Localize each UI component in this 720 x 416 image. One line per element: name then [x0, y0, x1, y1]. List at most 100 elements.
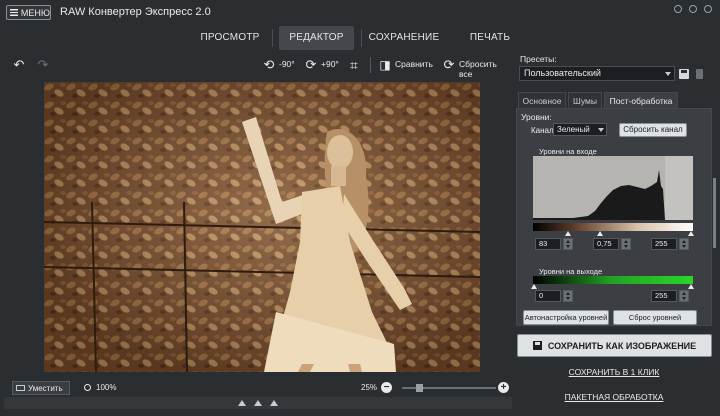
auto-levels-button[interactable]: Автонастройка уровней — [523, 310, 609, 325]
filmstrip-toggle[interactable] — [4, 397, 512, 409]
compare-icon[interactable]: ◨ — [376, 56, 394, 74]
preset-value: Пользовательский — [524, 68, 601, 78]
tab-divider — [361, 29, 362, 47]
chevron-up-icon — [238, 400, 246, 406]
rotate-left-label[interactable]: -90° — [279, 59, 295, 69]
settings-panel: Пресеты: Пользовательский Основное Шумы … — [516, 52, 716, 412]
preset-select[interactable]: Пользовательский — [519, 66, 675, 81]
channel-label: Канал — [531, 126, 554, 135]
toolbar-divider — [370, 57, 371, 73]
panel-scrollbar[interactable] — [713, 108, 716, 326]
tab-post-processing[interactable]: Пост-обработка — [604, 92, 678, 108]
close-icon[interactable] — [704, 5, 712, 13]
output-levels-label: Уровни на выходе — [539, 267, 603, 276]
editor-toolbar: ↶ ↷ ⟲ -90° ⟳ +90° ⌗ ◨ Сравнить ⟳ Сбросит… — [4, 54, 512, 80]
main-tabs: ПРОСМОТР РЕДАКТОР СОХРАНЕНИЕ ПЕЧАТЬ — [0, 26, 720, 50]
save-as-image-button[interactable]: СОХРАНИТЬ КАК ИЗОБРАЖЕНИЕ — [517, 334, 712, 357]
input-white-marker[interactable] — [688, 231, 694, 236]
zoom-in-icon[interactable]: + — [498, 382, 509, 393]
stepper-arrows-icon[interactable] — [563, 290, 573, 302]
tab-divider — [272, 29, 273, 47]
stepper-arrows-icon[interactable] — [679, 238, 689, 250]
output-white-stepper[interactable]: 255 — [651, 290, 689, 302]
trash-icon[interactable] — [696, 69, 703, 79]
input-black-marker[interactable] — [565, 231, 571, 236]
fit-icon — [16, 385, 25, 391]
save-one-click-link[interactable]: СОХРАНИТЬ В 1 КЛИК — [516, 367, 712, 377]
rotate-right-label[interactable]: +90° — [321, 59, 339, 69]
output-white-marker[interactable] — [688, 284, 694, 289]
zoom-slider-thumb[interactable] — [416, 384, 423, 392]
redo-icon[interactable]: ↷ — [34, 56, 52, 74]
sepia-photo — [44, 82, 480, 372]
channel-select[interactable]: Зеленый — [553, 123, 607, 136]
rotate-right-icon[interactable]: ⟳ — [302, 56, 320, 74]
tab-basic[interactable]: Основное — [518, 92, 566, 108]
stepper-arrows-icon[interactable] — [563, 238, 573, 250]
compare-button[interactable]: Сравнить — [395, 59, 433, 69]
output-black-value[interactable]: 0 — [535, 290, 561, 302]
tab-editor[interactable]: РЕДАКТОР — [279, 26, 354, 50]
save-preset-icon[interactable] — [679, 69, 689, 79]
chevron-down-icon — [598, 128, 604, 132]
crop-icon[interactable]: ⌗ — [345, 56, 363, 74]
chevron-down-icon — [665, 72, 671, 76]
output-black-marker[interactable] — [531, 284, 537, 289]
input-levels-gradient[interactable] — [533, 223, 693, 231]
tab-preview[interactable]: ПРОСМОТР — [196, 26, 264, 50]
app-window: МЕНЮ RAW Конвертер Экспресс 2.0 ПРОСМОТР… — [0, 0, 720, 416]
input-gamma-value[interactable]: 0,75 — [593, 238, 619, 250]
save-icon — [532, 341, 542, 350]
zoom-slider[interactable] — [402, 384, 496, 392]
magnifier-icon — [84, 384, 91, 391]
save-as-image-label: СОХРАНИТЬ КАК ИЗОБРАЖЕНИЕ — [547, 340, 697, 351]
output-black-stepper[interactable]: 0 — [535, 290, 573, 302]
zoom-out-icon[interactable]: − — [381, 382, 392, 393]
stepper-arrows-icon[interactable] — [679, 290, 689, 302]
presets-label: Пресеты: — [520, 54, 557, 64]
window-controls — [674, 5, 712, 13]
chevron-up-icon — [270, 400, 278, 406]
app-title: RAW Конвертер Экспресс 2.0 — [60, 6, 211, 18]
maximize-icon[interactable] — [689, 5, 697, 13]
reset-levels-button[interactable]: Сброс уровней — [613, 310, 697, 325]
zoom-100-button[interactable]: 100% — [84, 383, 116, 392]
chevron-up-icon — [254, 400, 262, 406]
levels-title: Уровни: — [521, 112, 552, 122]
histogram-graph — [533, 156, 693, 220]
minimize-icon[interactable] — [674, 5, 682, 13]
zoom-percent: 25% — [361, 383, 378, 392]
reset-all-icon[interactable]: ⟳ — [440, 56, 458, 74]
histogram — [533, 156, 693, 220]
reset-all-button[interactable]: Сбросить все — [459, 59, 512, 79]
menu-label: МЕНЮ — [20, 7, 50, 18]
input-white-stepper[interactable]: 255 — [651, 238, 689, 250]
fit-label: Уместить — [28, 383, 63, 393]
stepper-arrows-icon[interactable] — [621, 238, 631, 250]
title-bar: МЕНЮ RAW Конвертер Экспресс 2.0 — [0, 0, 720, 24]
tab-noise[interactable]: Шумы — [568, 92, 602, 108]
input-black-value[interactable]: 83 — [535, 238, 561, 250]
scrollbar-thumb[interactable] — [713, 178, 716, 248]
menu-button[interactable]: МЕНЮ — [6, 5, 51, 20]
undo-icon[interactable]: ↶ — [10, 56, 28, 74]
input-gamma-stepper[interactable]: 0,75 — [593, 238, 631, 250]
input-levels-label: Уровни на входе — [539, 147, 597, 156]
zoom-100-label: 100% — [96, 383, 117, 392]
hamburger-icon — [10, 9, 18, 16]
input-gamma-marker[interactable] — [597, 231, 603, 236]
status-bar: Уместить 100% 25% − + — [4, 380, 512, 396]
tab-save[interactable]: СОХРАНЕНИЕ — [368, 26, 440, 50]
input-black-stepper[interactable]: 83 — [535, 238, 573, 250]
photo-canvas[interactable] — [44, 82, 480, 372]
output-levels-gradient[interactable] — [533, 276, 693, 284]
output-white-value[interactable]: 255 — [651, 290, 677, 302]
levels-section: Уровни: Канал Зеленый Сбросить канал Уро… — [516, 108, 712, 326]
sub-tabs: Основное Шумы Пост-обработка — [516, 90, 716, 108]
tab-print[interactable]: ПЕЧАТЬ — [462, 26, 518, 50]
fit-button[interactable]: Уместить — [12, 381, 70, 395]
input-white-value[interactable]: 255 — [651, 238, 677, 250]
rotate-left-icon[interactable]: ⟲ — [260, 56, 278, 74]
batch-processing-link[interactable]: ПАКЕТНАЯ ОБРАБОТКА — [516, 392, 712, 402]
reset-channel-button[interactable]: Сбросить канал — [619, 123, 687, 137]
